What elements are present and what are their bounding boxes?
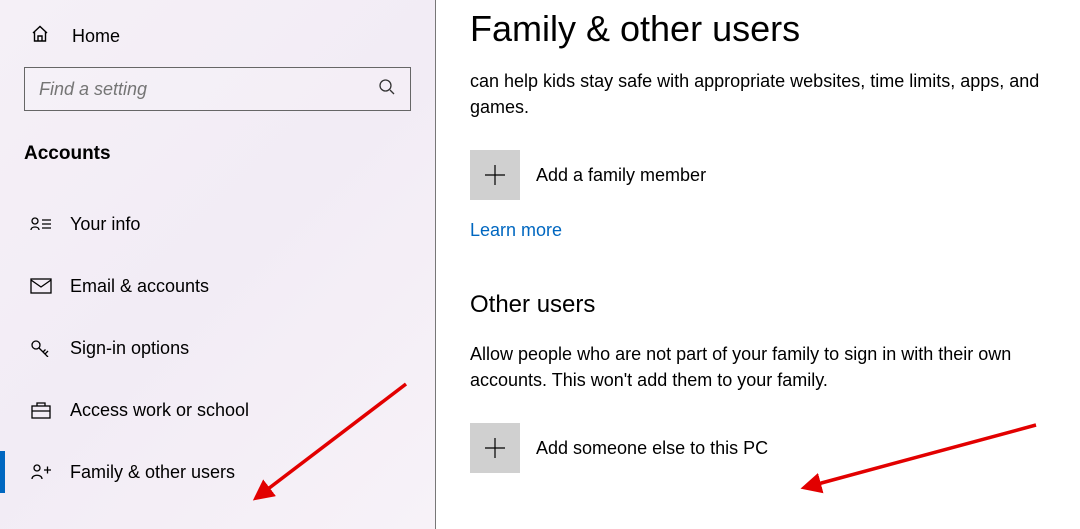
sidebar-item-label: Family & other users xyxy=(70,462,235,483)
home-icon xyxy=(30,24,50,49)
add-someone-label: Add someone else to this PC xyxy=(536,438,768,459)
section-header-accounts: Accounts xyxy=(0,133,435,193)
sidebar-item-label: Sign-in options xyxy=(70,338,189,359)
sidebar-item-label: Your info xyxy=(70,214,140,235)
family-description: can help kids stay safe with appropriate… xyxy=(470,68,1060,120)
search-box[interactable] xyxy=(24,67,411,111)
add-someone-else-button[interactable]: Add someone else to this PC xyxy=(470,423,1060,473)
sidebar-item-email[interactable]: Email & accounts xyxy=(0,255,435,317)
add-family-member-button[interactable]: Add a family member xyxy=(470,150,1060,200)
home-button[interactable]: Home xyxy=(0,20,435,67)
other-users-description: Allow people who are not part of your fa… xyxy=(470,341,1060,393)
page-title: Family & other users xyxy=(470,8,1060,50)
envelope-icon xyxy=(30,278,52,294)
sidebar: Home Accounts Your info Email & accounts xyxy=(0,0,436,529)
home-label: Home xyxy=(72,26,120,47)
plus-icon xyxy=(470,423,520,473)
learn-more-link[interactable]: Learn more xyxy=(470,220,562,241)
sidebar-item-signin[interactable]: Sign-in options xyxy=(0,317,435,379)
other-users-heading: Other users xyxy=(470,291,1060,319)
sidebar-item-work[interactable]: Access work or school xyxy=(0,379,435,441)
sidebar-item-family[interactable]: Family & other users xyxy=(0,441,435,503)
search-icon xyxy=(378,78,396,101)
person-card-icon xyxy=(30,215,52,233)
sidebar-item-label: Access work or school xyxy=(70,400,249,421)
briefcase-icon xyxy=(30,401,52,419)
add-family-label: Add a family member xyxy=(536,165,706,186)
main-content: Family & other users can help kids stay … xyxy=(436,0,1080,529)
sidebar-item-your-info[interactable]: Your info xyxy=(0,193,435,255)
sidebar-item-label: Email & accounts xyxy=(70,276,209,297)
search-input[interactable] xyxy=(39,79,378,100)
family-icon xyxy=(30,463,52,481)
key-icon xyxy=(30,339,52,357)
plus-icon xyxy=(470,150,520,200)
